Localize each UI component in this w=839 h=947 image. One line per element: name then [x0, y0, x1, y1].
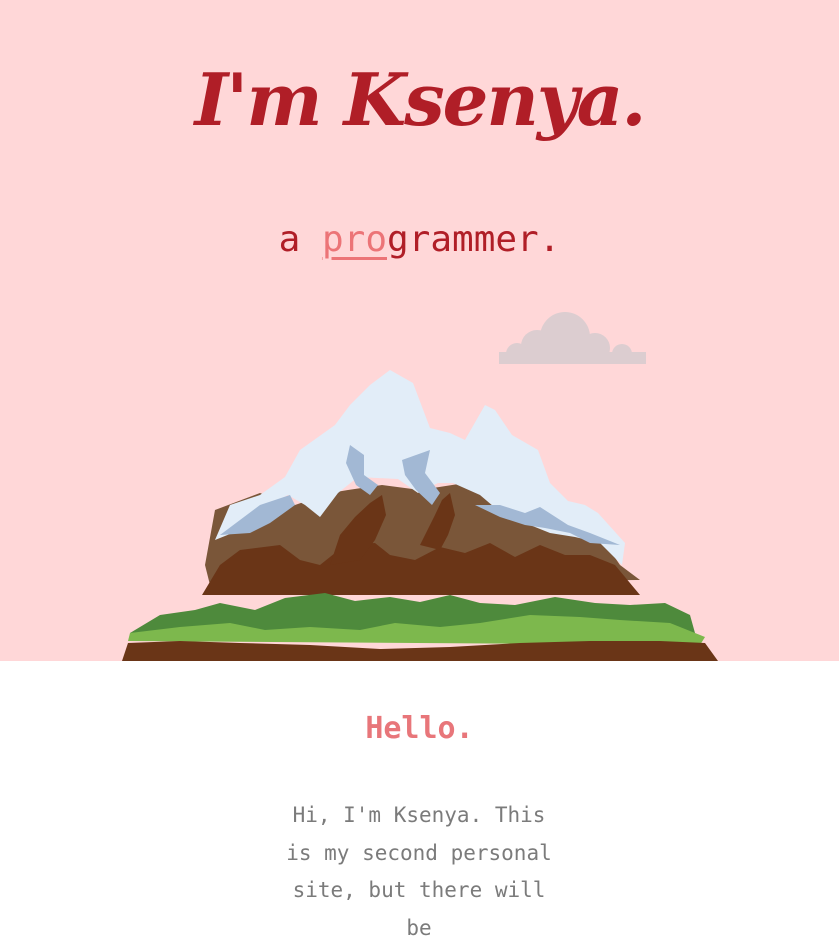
subtitle-prefix: a	[278, 219, 322, 260]
hero-title: I'm Ksenya.	[194, 57, 647, 142]
about-section: Hello. Hi, I'm Ksenya. This is my second…	[0, 661, 839, 940]
about-heading: Hello.	[365, 711, 474, 746]
cloud-icon	[499, 312, 646, 364]
subtitle-suffix: grammer.	[387, 219, 561, 260]
about-text: Hi, I'm Ksenya. This is my second person…	[286, 803, 552, 940]
mountain-illustration	[122, 370, 718, 661]
hero-subtitle: a programmer.	[0, 216, 839, 264]
hero-section: I'm Ksenya. a programmer.	[0, 0, 839, 661]
subtitle-highlight: pro	[321, 219, 387, 260]
